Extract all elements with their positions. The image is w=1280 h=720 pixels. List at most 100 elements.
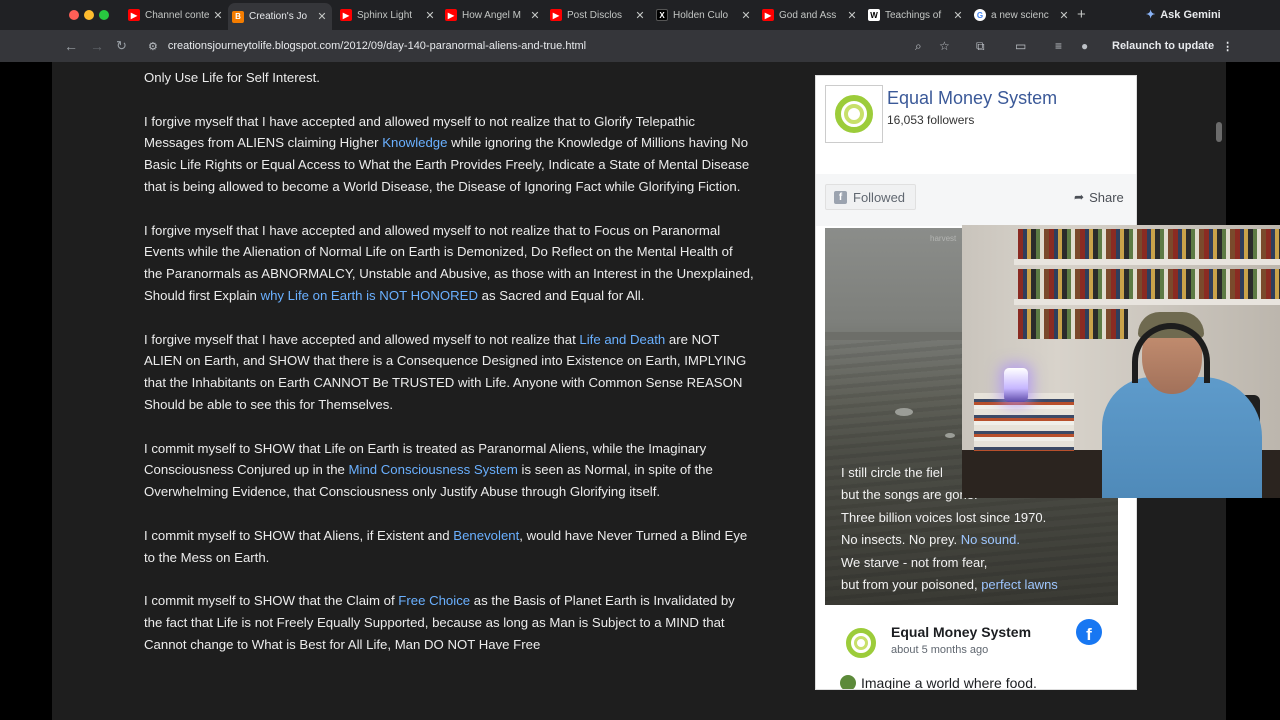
tab-strip: ▶ Channel conte ✕ B Creation's Jo ✕ ▶ Sp… (0, 0, 1280, 30)
wikipedia-icon: W (868, 9, 880, 21)
tab-title: Sphinx Light (357, 9, 413, 21)
browser-tab[interactable]: ▶ God and Ass ✕ (758, 4, 862, 26)
paragraph-text: Only Use Life for Self Interest. (144, 70, 320, 85)
browser-tab[interactable]: ▶ Channel conte ✕ (124, 4, 228, 26)
paragraph-text: I commit myself to SHOW that Aliens, if … (144, 527, 454, 543)
browser-tab[interactable]: ▶ Post Disclos ✕ (546, 4, 650, 26)
facebook-f-icon: f (834, 190, 847, 204)
close-tab-icon[interactable]: ✕ (952, 9, 964, 22)
paragraph-text: I forgive myself that I have accepted an… (144, 331, 580, 347)
relaunch-to-update-button[interactable]: Relaunch to update ⋮ (1104, 35, 1241, 57)
free-choice-link[interactable]: Free Choice (398, 593, 470, 608)
post-paragraph: I forgive myself that I have accepted an… (144, 111, 754, 198)
relaunch-label: Relaunch to update (1112, 40, 1215, 52)
fb-post-author[interactable]: Equal Money System (891, 624, 1031, 640)
life-not-honored-link[interactable]: why Life on Earth is NOT HONORED (261, 288, 478, 303)
paragraph-text: as Sacred and Equal for All. (477, 287, 645, 303)
back-arrow-icon[interactable]: ← (64, 38, 78, 54)
mind-consciousness-system-link[interactable]: Mind Consciousness System (349, 462, 518, 477)
share-arrow-icon: ➦ (1074, 190, 1085, 204)
post-paragraph: Only Use Life for Self Interest. (144, 67, 754, 89)
webcam-overlay (962, 225, 1280, 498)
bookshelf-shelf (1014, 299, 1280, 305)
bookshelf-books (1018, 309, 1128, 339)
fb-follower-count: 16,053 followers (887, 113, 975, 127)
browser-tab[interactable]: G a new scienc ✕ (970, 4, 1074, 26)
browser-tab[interactable]: ▶ Sphinx Light ✕ (336, 4, 440, 26)
equal-money-small-logo[interactable] (844, 626, 878, 660)
profile-avatar-icon[interactable]: ● (1081, 39, 1088, 53)
bookmark-star-icon[interactable]: ☆ (939, 39, 950, 53)
minimize-window-button[interactable] (84, 10, 94, 20)
youtube-icon: ▶ (762, 9, 774, 21)
fb-post-header: Equal Money System about 5 months ago f (816, 606, 1136, 666)
site-info-icon[interactable]: ⚙ (148, 40, 158, 53)
ask-gemini-button[interactable]: ✦ Ask Gemini (1140, 4, 1231, 25)
close-window-button[interactable] (69, 10, 79, 20)
glowing-lamp (1004, 368, 1028, 402)
tab-title: Creation's Jo (249, 11, 308, 22)
tab-title: Post Disclos (567, 9, 623, 21)
video-caption-line: No insects. No prey. No sound. (841, 532, 1020, 547)
post-paragraph: I commit myself to SHOW that Life on Ear… (144, 438, 754, 503)
browser-tab[interactable]: ▶ How Angel M ✕ (441, 4, 545, 26)
google-icon: G (974, 9, 986, 21)
ask-gemini-label: Ask Gemini (1160, 8, 1221, 21)
video-caption-line: We starve - not from fear, (841, 555, 988, 570)
video-caption-line: Three billion voices lost since 1970. (841, 510, 1047, 525)
bookshelf-books (1018, 229, 1280, 259)
tab-title: Holden Culo (673, 9, 729, 21)
extensions-icon[interactable]: ⧉ (976, 39, 985, 54)
reload-icon[interactable]: ↻ (116, 38, 127, 54)
cast-icon[interactable]: ▭ (1015, 39, 1026, 53)
close-tab-icon[interactable]: ✕ (212, 9, 224, 22)
close-tab-icon[interactable]: ✕ (316, 10, 328, 23)
new-tab-icon[interactable]: + (1077, 6, 1086, 23)
globe-emoji-icon (840, 675, 856, 689)
browser-tab-active[interactable]: B Creation's Jo ✕ (228, 3, 332, 30)
scrollbar-thumb[interactable] (1216, 122, 1222, 142)
life-and-death-link[interactable]: Life and Death (579, 332, 665, 347)
fb-page-name-link[interactable]: Equal Money System (887, 88, 1057, 109)
benevolent-link[interactable]: Benevolent (453, 528, 519, 543)
fb-widget-header: Equal Money System 16,053 followers (816, 76, 1136, 174)
video-rock (895, 408, 913, 416)
logo-inner-ring-icon (844, 104, 864, 124)
post-paragraph: I commit myself to SHOW that the Claim o… (144, 590, 754, 655)
close-tab-icon[interactable]: ✕ (1058, 9, 1070, 22)
reading-list-icon[interactable]: ≡ (1055, 39, 1062, 53)
followed-button[interactable]: f Followed (825, 184, 917, 210)
fb-post-text-content: Imagine a world where food. (861, 675, 1037, 690)
address-bar[interactable]: ⚙ creationsjourneytolife.blogspot.com/20… (140, 34, 960, 58)
paragraph-text: I commit myself to SHOW that the Claim o… (144, 593, 399, 609)
youtube-icon: ▶ (340, 9, 352, 21)
fb-post-timestamp[interactable]: about 5 months ago (891, 644, 988, 656)
post-paragraph: I forgive myself that I have accepted an… (144, 329, 754, 416)
youtube-icon: ▶ (445, 9, 457, 21)
x-icon: X (656, 9, 668, 21)
tab-title: God and Ass (779, 9, 837, 21)
webcam-person-body (1102, 377, 1262, 498)
forward-arrow-icon[interactable]: → (90, 38, 104, 54)
close-tab-icon[interactable]: ✕ (424, 9, 436, 22)
close-tab-icon[interactable]: ✕ (634, 9, 646, 22)
fb-widget-actions: f Followed ➦ Share (816, 174, 1136, 226)
close-tab-icon[interactable]: ✕ (740, 9, 752, 22)
tab-title: How Angel M (462, 9, 521, 21)
logo-inner-ring-icon (854, 636, 868, 650)
knowledge-link[interactable]: Knowledge (382, 135, 447, 150)
more-menu-icon[interactable]: ⋮ (1222, 40, 1233, 53)
close-tab-icon[interactable]: ✕ (529, 9, 541, 22)
equal-money-logo[interactable] (825, 85, 883, 143)
maximize-window-button[interactable] (99, 10, 109, 20)
browser-toolbar: ← → ↻ ⚙ creationsjourneytolife.blogspot.… (0, 30, 1280, 62)
post-paragraph: I forgive myself that I have accepted an… (144, 220, 754, 307)
share-label: Share (1089, 189, 1124, 205)
browser-tab[interactable]: X Holden Culo ✕ (652, 4, 756, 26)
browser-tab[interactable]: W Teachings of ✕ (864, 4, 968, 26)
share-button[interactable]: ➦ Share (1066, 184, 1132, 210)
url-text: creationsjourneytolife.blogspot.com/2012… (167, 40, 587, 52)
close-tab-icon[interactable]: ✕ (846, 9, 858, 22)
zoom-icon[interactable]: ⌕ (915, 39, 922, 54)
facebook-logo-icon[interactable]: f (1076, 619, 1102, 645)
